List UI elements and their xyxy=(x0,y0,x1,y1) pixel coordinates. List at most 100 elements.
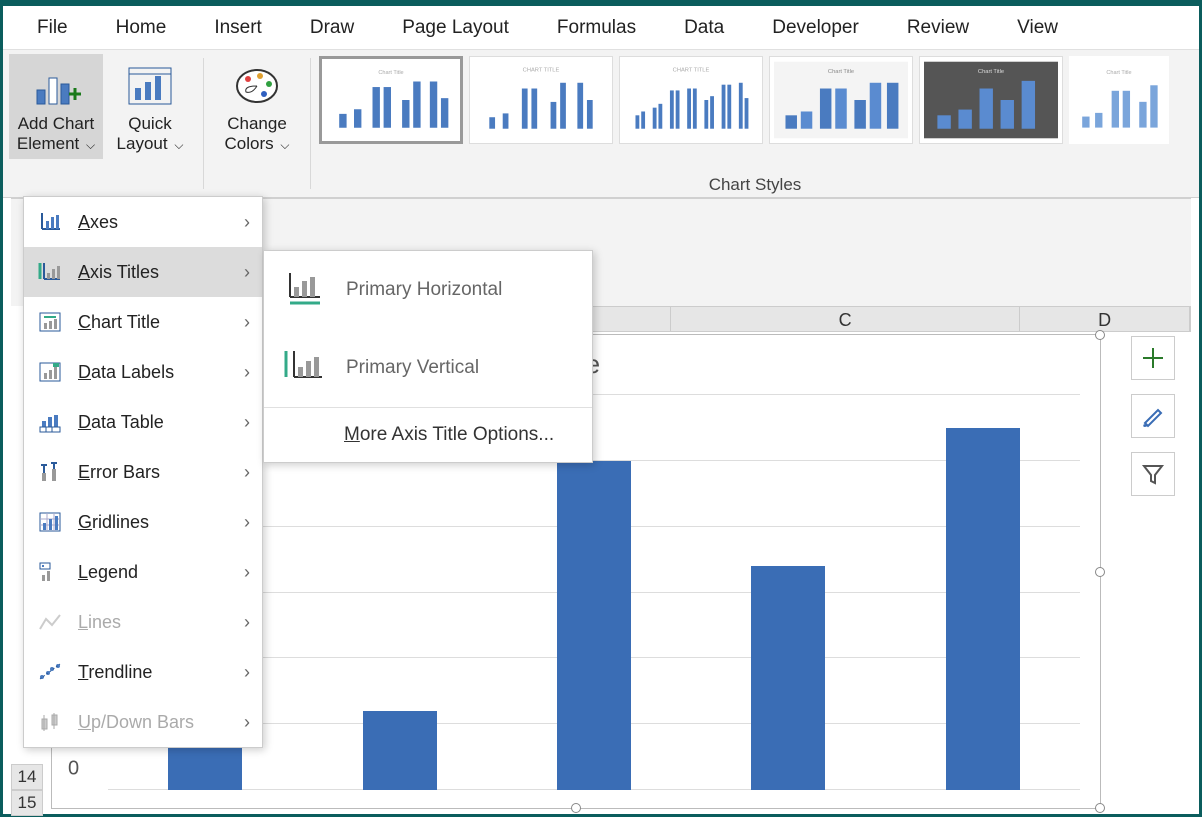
svg-text:CHART TITLE: CHART TITLE xyxy=(523,67,560,73)
chevron-right-icon: › xyxy=(244,212,250,233)
menu-label: Up/Down Bars xyxy=(78,712,194,733)
tab-data[interactable]: Data xyxy=(660,7,748,49)
chart-bar[interactable] xyxy=(557,461,631,790)
menu-icon xyxy=(36,711,64,733)
menu-icon xyxy=(36,411,64,433)
menu-icon xyxy=(36,611,64,633)
menu-icon xyxy=(36,311,64,333)
axis-horizontal-icon xyxy=(284,269,324,311)
palette-icon xyxy=(232,58,282,114)
chevron-right-icon: › xyxy=(244,562,250,583)
menu-item-error-bars[interactable]: Error Bars › xyxy=(24,447,262,497)
col-header-c[interactable]: C xyxy=(671,307,1020,331)
menu-label: Error Bars xyxy=(78,462,160,483)
change-colors-group: Change Colors ⌵ xyxy=(204,50,310,197)
primary-vertical-item[interactable]: Primary Vertical xyxy=(264,329,592,407)
tab-page-layout[interactable]: Page Layout xyxy=(378,7,533,49)
menu-item-up-down-bars: Up/Down Bars › xyxy=(24,697,262,747)
menu-icon xyxy=(36,361,64,383)
menu-item-gridlines[interactable]: Gridlines › xyxy=(24,497,262,547)
menu-icon xyxy=(36,461,64,483)
quick-layout-icon xyxy=(125,58,175,114)
menu-label: Gridlines xyxy=(78,512,149,533)
menu-icon xyxy=(36,561,64,583)
svg-text:Chart Title: Chart Title xyxy=(828,69,854,75)
chart-styles-button[interactable] xyxy=(1131,394,1175,438)
row-header-15[interactable]: 15 xyxy=(11,790,43,816)
chart-style-6[interactable]: Chart Title xyxy=(1069,56,1169,144)
chart-style-5[interactable]: Chart Title xyxy=(919,56,1063,144)
tab-developer[interactable]: Developer xyxy=(748,7,883,49)
caret-down-icon: ⌵ xyxy=(86,138,95,152)
quick-layout-button[interactable]: Quick Layout ⌵ xyxy=(103,54,197,159)
chevron-right-icon: › xyxy=(244,662,250,683)
tab-home[interactable]: Home xyxy=(92,7,191,49)
menu-label: Data Table xyxy=(78,412,164,433)
menu-label: Lines xyxy=(78,612,121,633)
chevron-right-icon: › xyxy=(244,712,250,733)
menu-item-data-table[interactable]: Data Table › xyxy=(24,397,262,447)
change-colors-button[interactable]: Change Colors ⌵ xyxy=(210,54,304,159)
ribbon-tabs: File Home Insert Draw Page Layout Formul… xyxy=(3,6,1199,50)
submenu-label: Primary Vertical xyxy=(346,357,479,379)
ribbon-content: Add Chart Element ⌵ Quick Layout ⌵ Chang… xyxy=(3,50,1199,198)
chevron-right-icon: › xyxy=(244,462,250,483)
menu-label: Data Labels xyxy=(78,362,174,383)
plus-icon xyxy=(1140,345,1166,371)
menu-item-legend[interactable]: Legend› xyxy=(24,547,262,597)
chevron-right-icon: › xyxy=(244,612,250,633)
tab-formulas[interactable]: Formulas xyxy=(533,7,660,49)
tab-review[interactable]: Review xyxy=(883,7,993,49)
menu-item-lines: Lines › xyxy=(24,597,262,647)
more-axis-title-options[interactable]: More Axis Title Options... xyxy=(264,408,592,462)
chevron-right-icon: › xyxy=(244,512,250,533)
add-chart-element-menu: Axes›Axis Titles›Chart Title›Data Labels… xyxy=(23,196,263,748)
chart-style-3[interactable]: CHART TITLE xyxy=(619,56,763,144)
chart-styles-group: Chart Title CHART TITLE CHART TITLE Char… xyxy=(311,50,1199,197)
chart-layouts-group: Add Chart Element ⌵ Quick Layout ⌵ xyxy=(3,50,203,197)
chart-style-1[interactable]: Chart Title xyxy=(319,56,463,144)
chart-filters-button[interactable] xyxy=(1131,452,1175,496)
chart-float-buttons xyxy=(1131,336,1175,496)
menu-item-chart-title[interactable]: Chart Title› xyxy=(24,297,262,347)
chart-bar[interactable] xyxy=(363,711,437,790)
chevron-right-icon: › xyxy=(244,262,250,283)
chevron-right-icon: › xyxy=(244,362,250,383)
menu-label: Axes xyxy=(78,212,118,233)
chart-styles-label: Chart Styles xyxy=(311,175,1199,197)
row-headers: 14 15 xyxy=(11,764,43,816)
submenu-label: Primary Horizontal xyxy=(346,279,502,301)
svg-text:Chart Title: Chart Title xyxy=(978,69,1004,75)
primary-horizontal-item[interactable]: Primary Horizontal xyxy=(264,251,592,329)
svg-text:Chart Title: Chart Title xyxy=(378,70,403,76)
chart-style-4[interactable]: Chart Title xyxy=(769,56,913,144)
chart-bar[interactable] xyxy=(946,428,1020,790)
add-chart-element-icon xyxy=(31,58,81,114)
menu-item-trendline[interactable]: Trendline › xyxy=(24,647,262,697)
y-axis-tick-0: 0 xyxy=(68,758,79,781)
menu-item-axis-titles[interactable]: Axis Titles › xyxy=(24,247,262,297)
svg-text:CHART TITLE: CHART TITLE xyxy=(673,67,710,73)
tab-view[interactable]: View xyxy=(993,7,1082,49)
menu-icon xyxy=(36,261,64,283)
chevron-right-icon: › xyxy=(244,412,250,433)
row-header-14[interactable]: 14 xyxy=(11,764,43,790)
col-header-d[interactable]: D xyxy=(1020,307,1190,331)
menu-item-data-labels[interactable]: Data Labels › xyxy=(24,347,262,397)
chart-style-2[interactable]: CHART TITLE xyxy=(469,56,613,144)
brush-icon xyxy=(1140,403,1166,429)
add-chart-element-button[interactable]: Add Chart Element ⌵ xyxy=(9,54,103,159)
axis-titles-submenu: Primary Horizontal Primary Vertical More… xyxy=(263,250,593,463)
menu-icon xyxy=(36,661,64,683)
menu-label: Trendline xyxy=(78,662,152,683)
tab-insert[interactable]: Insert xyxy=(190,7,286,49)
chart-bar[interactable] xyxy=(751,566,825,790)
tab-draw[interactable]: Draw xyxy=(286,7,378,49)
svg-text:Chart Title: Chart Title xyxy=(1106,70,1131,76)
chart-elements-button[interactable] xyxy=(1131,336,1175,380)
menu-label: Axis Titles xyxy=(78,262,159,283)
menu-item-axes[interactable]: Axes › xyxy=(24,197,262,247)
tab-file[interactable]: File xyxy=(13,7,92,49)
menu-icon xyxy=(36,511,64,533)
caret-down-icon: ⌵ xyxy=(174,138,183,152)
